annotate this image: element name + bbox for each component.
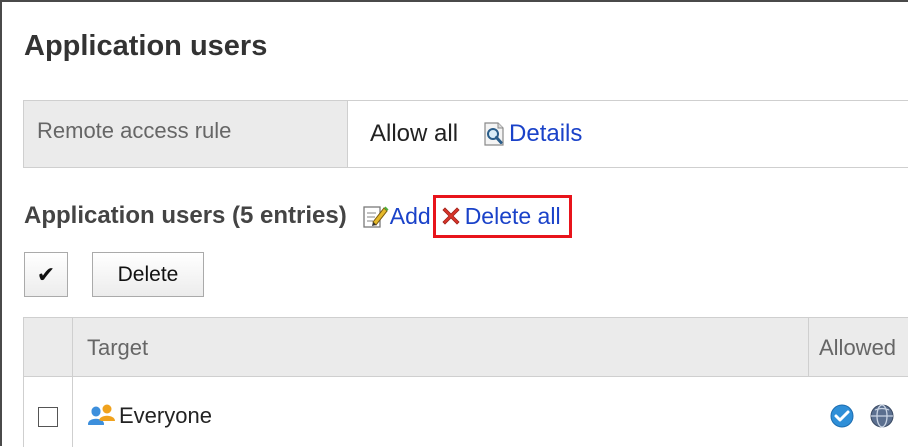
row-target-name: Everyone: [119, 403, 212, 428]
row-checkbox[interactable]: [38, 407, 58, 427]
pencil-edit-icon: [363, 206, 389, 228]
magnifier-page-icon: [484, 122, 504, 146]
add-link-label: Add: [389, 202, 431, 229]
remote-access-value-cell: Allow all Details: [348, 101, 908, 167]
remote-access-label: Remote access rule: [24, 101, 348, 167]
remote-access-table: Remote access rule Allow all Details: [23, 100, 908, 168]
column-header-allowed: Allowed: [819, 335, 897, 360]
delete-all-link[interactable]: Delete all: [439, 203, 561, 230]
header-check-cell: [24, 318, 73, 376]
remote-access-value: Allow all: [370, 120, 459, 147]
row-target-cell: Everyone: [73, 377, 809, 447]
section-title: Application users (5 entries): [24, 202, 347, 229]
table-header: Target Allowed: [24, 318, 908, 377]
delete-all-highlight: Delete all: [432, 194, 572, 238]
details-link[interactable]: Details: [482, 120, 582, 148]
group-users-icon: [88, 404, 115, 425]
delete-all-link-label: Delete all: [464, 202, 561, 229]
row-allowed-cell: [809, 377, 895, 447]
app-check-icon: [830, 404, 854, 428]
page-title: Application users: [24, 30, 268, 62]
row-check-cell: [24, 377, 73, 447]
red-x-icon: [442, 207, 460, 225]
delete-button[interactable]: Delete: [92, 252, 204, 297]
globe-icon: [870, 404, 894, 428]
column-header-target: Target: [73, 318, 809, 376]
add-link[interactable]: Add: [361, 202, 431, 230]
table-row: Everyone: [24, 377, 908, 447]
details-link-label: Details: [509, 120, 583, 147]
section-header: Application users (5 entries) Add Delete…: [24, 194, 572, 238]
check-all-button[interactable]: ✔: [24, 252, 68, 297]
users-table: Target Allowed Everyone: [23, 317, 908, 447]
